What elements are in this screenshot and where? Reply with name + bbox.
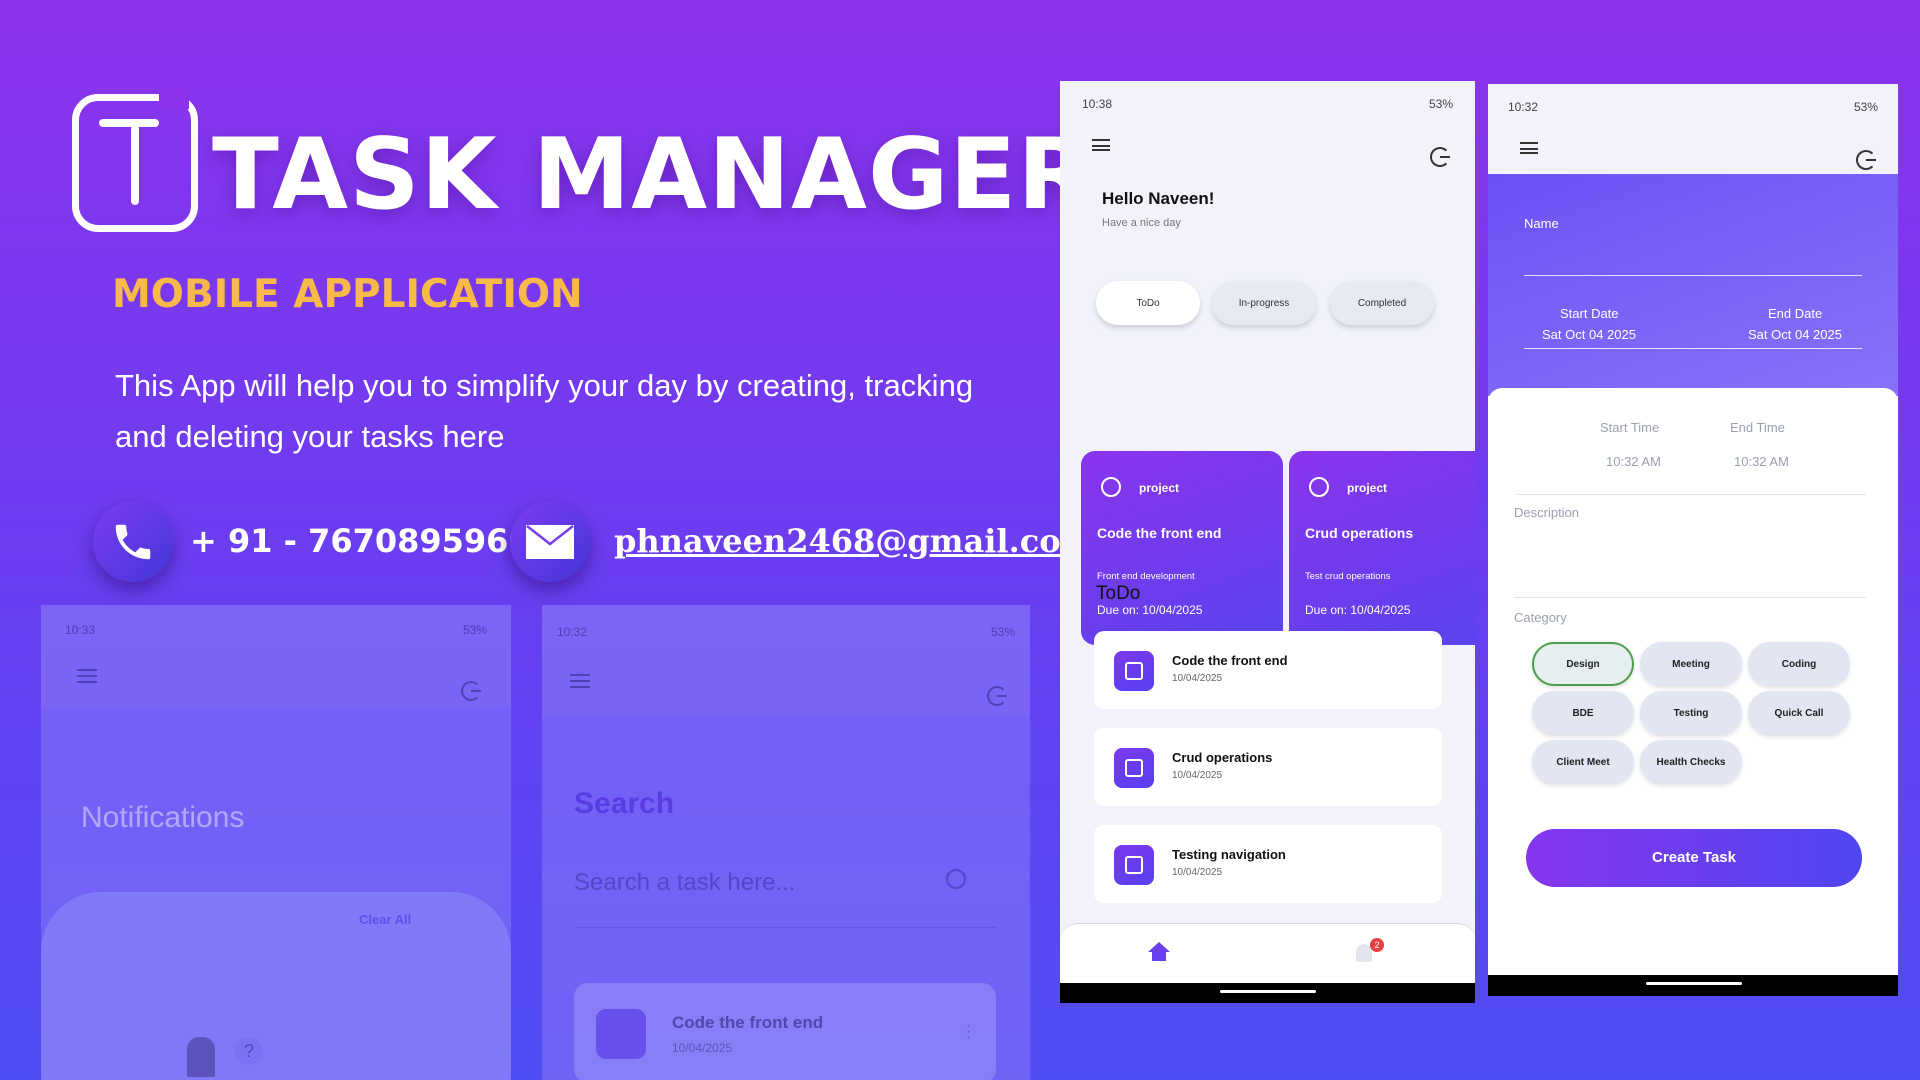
empty-illustration — [187, 1037, 215, 1077]
task-card[interactable]: project Code the front end Front end dev… — [1081, 451, 1283, 645]
card-category: project — [1139, 481, 1180, 495]
category-quick-call[interactable]: Quick Call — [1748, 691, 1850, 735]
start-date-label: Start Date — [1560, 306, 1619, 321]
end-time-value[interactable]: 10:32 AM — [1734, 454, 1789, 469]
end-date-value[interactable]: Sat Oct 04 2025 — [1748, 327, 1842, 342]
card-title: Code the front end — [1097, 525, 1222, 541]
search-result[interactable]: Code the front end 10/04/2025 · · · — [574, 983, 996, 1080]
menu-icon[interactable] — [1092, 139, 1110, 151]
phone-number[interactable]: + 91 - 7670895960 — [190, 522, 531, 560]
category-testing[interactable]: Testing — [1640, 691, 1742, 735]
hero-description: This App will help you to simplify your … — [115, 368, 974, 454]
logout-icon[interactable] — [461, 681, 481, 701]
home-screen: 10:38 53% Hello Naveen! Have a nice day T… — [1060, 81, 1475, 1003]
bulb-icon — [1101, 477, 1121, 497]
end-time-label: End Time — [1730, 420, 1785, 435]
end-date-label: End Date — [1768, 306, 1823, 321]
card-due: Due on: 10/04/2025 — [1097, 603, 1203, 617]
todo-date: 10/04/2025 — [1172, 770, 1223, 781]
calendar-icon — [1114, 748, 1154, 788]
start-time-label: Start Time — [1600, 420, 1660, 435]
tab-in-progress[interactable]: In-progress — [1212, 281, 1316, 325]
name-field[interactable] — [1524, 246, 1862, 276]
card-description: Test crud operations — [1305, 571, 1391, 582]
card-title: Crud operations — [1305, 525, 1414, 541]
bottom-nav: 2 — [1060, 923, 1475, 983]
create-task-button[interactable]: Create Task — [1526, 829, 1862, 887]
category-coding[interactable]: Coding — [1748, 642, 1850, 686]
notification-badge: 2 — [1370, 938, 1384, 952]
description-field[interactable] — [1514, 524, 1866, 598]
description-label: Description — [1514, 505, 1580, 520]
logout-icon[interactable] — [1856, 150, 1876, 170]
list-item[interactable]: Crud operations 10/04/2025 — [1094, 728, 1442, 806]
todo-title: Testing navigation — [1172, 847, 1286, 862]
category-label: Category — [1514, 610, 1567, 625]
category-client-meet[interactable]: Client Meet — [1532, 740, 1634, 784]
task-card[interactable]: project Crud operations Test crud operat… — [1289, 451, 1475, 645]
start-date-value[interactable]: Sat Oct 04 2025 — [1542, 327, 1636, 342]
calendar-icon — [1114, 845, 1154, 885]
clear-all-button[interactable]: Clear All — [359, 912, 411, 927]
todo-date: 10/04/2025 — [1172, 867, 1223, 878]
gesture-bar — [1220, 990, 1316, 993]
subgreeting: Have a nice day — [1102, 217, 1181, 229]
todo-title: Crud operations — [1172, 750, 1273, 765]
menu-icon[interactable] — [570, 674, 590, 688]
status-battery: 53% — [1428, 97, 1453, 111]
greeting: Hello Naveen! — [1102, 189, 1215, 208]
status-battery: 53% — [462, 623, 487, 637]
calendar-icon — [1114, 651, 1154, 691]
todo-date: 10/04/2025 — [1172, 673, 1223, 684]
card-due: Due on: 10/04/2025 — [1305, 603, 1411, 617]
category-health-checks[interactable]: Health Checks — [1640, 740, 1742, 784]
status-time: 10:33 — [65, 623, 96, 637]
card-description: Front end development — [1097, 571, 1195, 582]
page-title: Search — [574, 787, 675, 820]
status-battery: 53% — [1853, 100, 1878, 114]
email-link[interactable]: phnaveen2468@gmail.com — [614, 522, 1094, 560]
mail-icon — [510, 502, 590, 582]
tab-completed[interactable]: Completed — [1330, 281, 1434, 325]
todo-title: Code the front end — [1172, 653, 1288, 668]
list-item[interactable]: Code the front end 10/04/2025 — [1094, 631, 1442, 709]
calendar-icon — [596, 1009, 646, 1059]
name-label: Name — [1524, 216, 1559, 231]
bulb-icon — [1309, 477, 1329, 497]
category-meeting[interactable]: Meeting — [1640, 642, 1742, 686]
search-icon[interactable] — [946, 869, 966, 889]
category-design[interactable]: Design — [1532, 642, 1634, 686]
menu-icon[interactable] — [77, 669, 97, 683]
result-title: Code the front end — [672, 1013, 824, 1032]
question-bubble-icon: ? — [235, 1037, 263, 1065]
app-logo — [72, 87, 198, 232]
logout-icon[interactable] — [1430, 147, 1450, 167]
logout-icon[interactable] — [987, 686, 1007, 706]
status-time: 10:38 — [1082, 97, 1113, 111]
page-title: Notifications — [81, 801, 245, 834]
notifications-screen: 10:33 53% Notifications Clear All ? — [41, 605, 511, 1080]
list-item[interactable]: Testing navigation 10/04/2025 — [1094, 825, 1442, 903]
menu-icon[interactable] — [1520, 142, 1538, 154]
status-battery: 53% — [990, 625, 1015, 639]
gesture-bar — [1646, 982, 1742, 985]
tab-todo[interactable]: ToDo — [1096, 281, 1200, 325]
status-time: 10:32 — [557, 625, 588, 639]
phone-icon — [93, 502, 173, 582]
form-header: Name Start Date Sat Oct 04 2025 End Date… — [1488, 174, 1898, 396]
category-bde[interactable]: BDE — [1532, 691, 1634, 735]
hero-title: TASK MANAGER — [212, 118, 1094, 232]
status-time: 10:32 — [1508, 100, 1539, 114]
section-title: ToDo — [1096, 583, 1141, 604]
start-time-value[interactable]: 10:32 AM — [1606, 454, 1661, 469]
search-input[interactable]: Search a task here... — [574, 869, 795, 897]
more-icon[interactable]: · · · — [966, 1018, 971, 1046]
create-task-screen: 10:32 53% Name Start Date Sat Oct 04 2025… — [1488, 84, 1898, 996]
search-screen: 10:32 53% Search Search a task here... Co… — [542, 605, 1030, 1080]
result-date: 10/04/2025 — [672, 1041, 733, 1055]
hero-subtitle: MOBILE APPLICATION — [112, 272, 583, 317]
card-category: project — [1347, 481, 1388, 495]
